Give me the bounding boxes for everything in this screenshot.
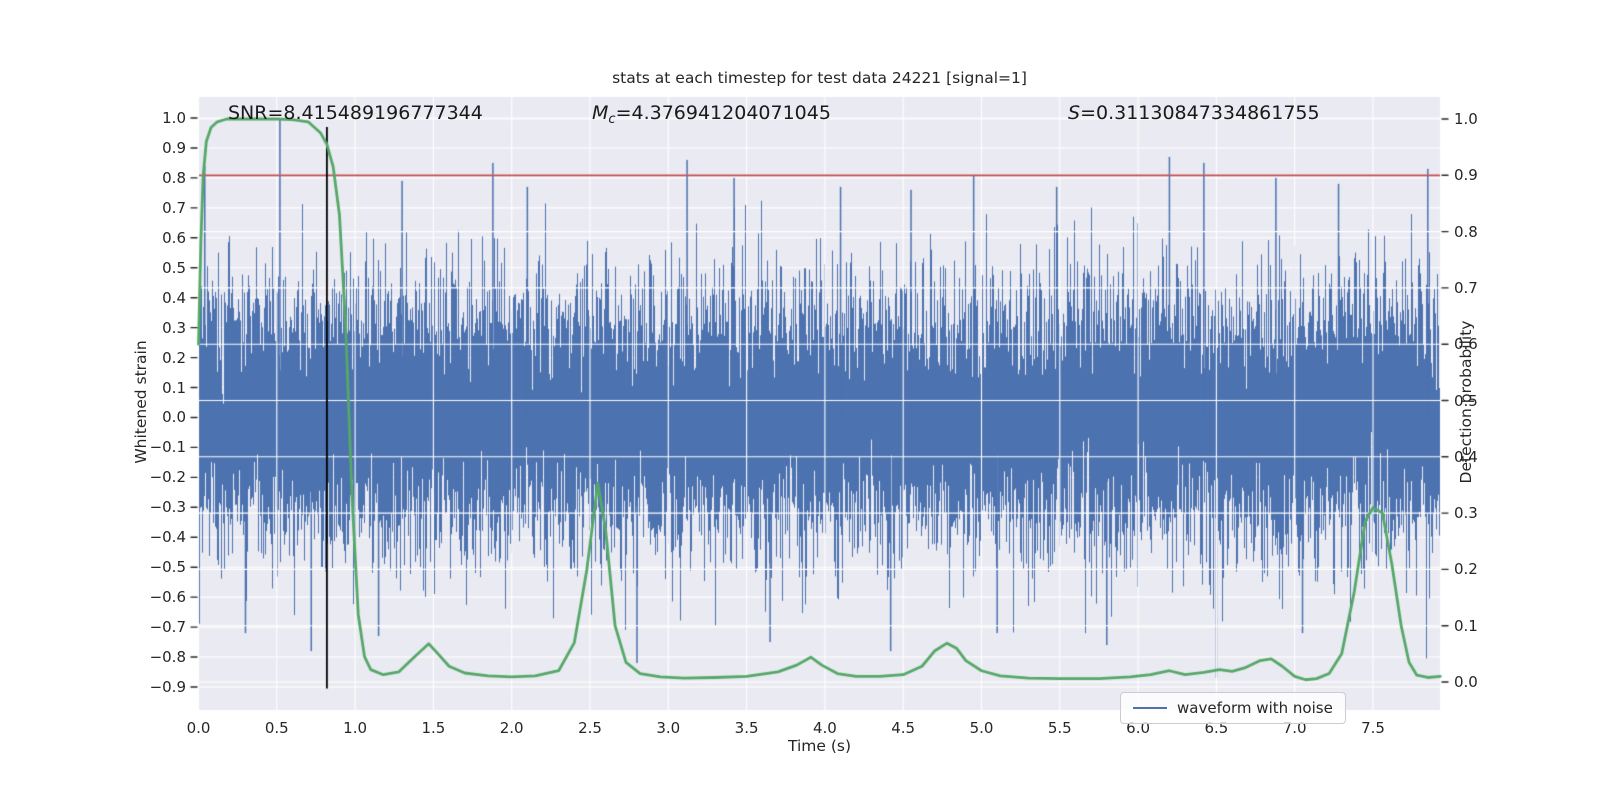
- y-right-tick-label: 0.2: [1454, 560, 1478, 579]
- y-left-tick-label: 0.3: [162, 318, 186, 337]
- annotation-snr: SNR=8.415489196777344: [228, 102, 483, 124]
- annotation-chirp-mass: Mc=4.376941204071045: [592, 102, 831, 127]
- y-left-tick-label: 0.6: [162, 228, 186, 247]
- y-right-tick-label: 0.8: [1454, 222, 1478, 241]
- snr-text: SNR=8.415489196777344: [228, 102, 483, 124]
- y-right-tick-label: 0.7: [1454, 278, 1478, 297]
- y-left-tick-label: 0.9: [162, 138, 186, 157]
- figure: stats at each timestep for test data 242…: [0, 0, 1600, 800]
- y-left-tick-label: 0.7: [162, 198, 186, 217]
- chirp-mass-value: =4.376941204071045: [615, 102, 831, 124]
- x-tick-label: 4.0: [812, 719, 837, 737]
- score-symbol: S: [1068, 102, 1081, 124]
- y-right-tick-label: 1.0: [1454, 110, 1478, 128]
- y-right-tick-label: 0.4: [1454, 447, 1478, 466]
- chart-title: stats at each timestep for test data 242…: [612, 69, 1027, 87]
- y-left-tick-label: −0.3: [149, 498, 186, 517]
- x-tick-label: 2.0: [499, 719, 524, 737]
- chirp-mass-subscript: c: [608, 112, 616, 127]
- x-tick-label: 5.5: [1047, 719, 1072, 737]
- y-left-tick-label: −0.2: [149, 468, 186, 487]
- waveform-line-swatch-icon: [1133, 707, 1167, 709]
- x-tick-label: 0.0: [186, 719, 211, 737]
- y-right-tick-label: 0.0: [1454, 673, 1478, 691]
- chirp-mass-symbol: M: [592, 102, 609, 124]
- annotation-score: S=0.31130847334861755: [1068, 102, 1320, 124]
- y-left-tick-label: −0.4: [149, 528, 186, 547]
- y-left-tick-label: 0.5: [162, 258, 186, 277]
- y-left-tick-label: −0.5: [149, 558, 186, 577]
- y-left-tick-label: −0.8: [149, 648, 186, 667]
- x-tick-label: 3.5: [734, 719, 759, 737]
- x-tick-label: 4.5: [891, 719, 916, 737]
- y-left-tick-label: −0.9: [149, 677, 186, 696]
- y-left-tick-label: 0.1: [162, 378, 186, 397]
- score-value: =0.31130847334861755: [1080, 102, 1320, 124]
- y-left-tick-label: −0.1: [149, 438, 186, 457]
- y-left-tick-label: 0.0: [162, 408, 186, 427]
- y-left-tick-label: 1.0: [162, 109, 186, 127]
- y-left-tick-label: 0.2: [162, 348, 186, 367]
- x-tick-label: 0.5: [264, 719, 289, 737]
- y-left-tick-label: 0.4: [162, 288, 186, 307]
- y-right-tick-label: 0.1: [1454, 616, 1478, 635]
- legend: waveform with noise: [1120, 692, 1346, 724]
- x-tick-label: 2.5: [578, 719, 602, 737]
- x-tick-label: 1.0: [343, 719, 368, 737]
- y-left-tick-label: 0.8: [162, 168, 186, 187]
- y-left-tick-label: −0.7: [149, 618, 186, 637]
- legend-label: waveform with noise: [1177, 699, 1333, 717]
- y-right-tick-label: 0.3: [1454, 504, 1478, 523]
- x-tick-label: 3.0: [656, 719, 681, 737]
- y-right-tick-label: 0.6: [1454, 335, 1478, 354]
- x-tick-label: 1.5: [421, 719, 446, 737]
- y-left-tick-label: −0.6: [149, 588, 186, 607]
- y-right-tick-label: 0.5: [1454, 391, 1478, 410]
- y-right-tick-label: 0.9: [1454, 166, 1478, 185]
- x-tick-label: 5.0: [969, 719, 994, 737]
- x-tick-label: 7.5: [1361, 719, 1385, 737]
- x-axis-label: Time (s): [787, 737, 852, 755]
